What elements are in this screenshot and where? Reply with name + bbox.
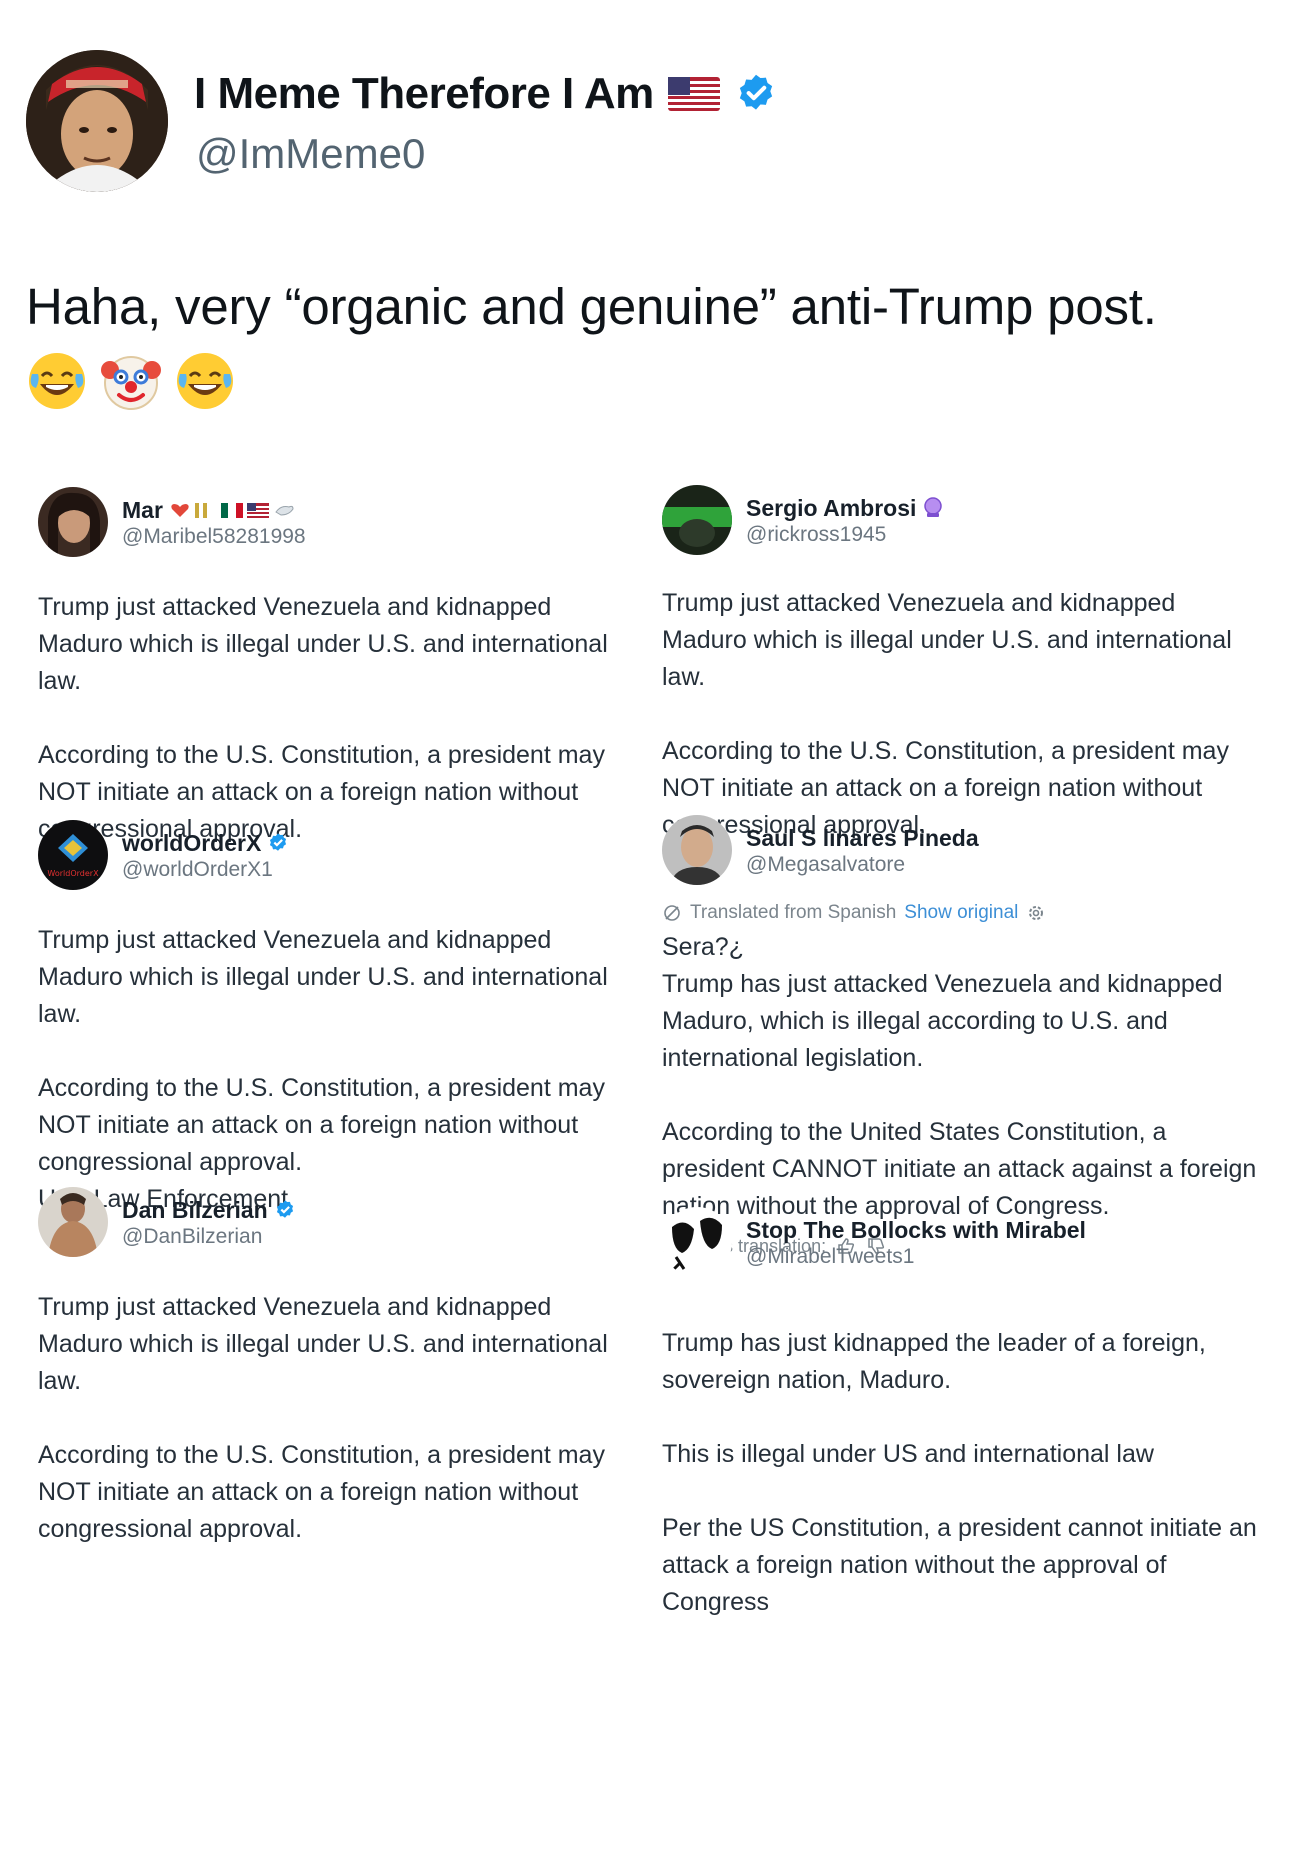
us-flag-icon (246, 502, 269, 518)
tweet-paragraph: Trump just attacked Venezuela and kidnap… (38, 926, 608, 1028)
quoted-tweet-mar: Mar @Maribel58281998 Trump just attacked… (38, 487, 638, 848)
crystal-ball-icon (922, 497, 944, 519)
display-name: Sergio Ambrosi (746, 494, 917, 521)
tweet-body: Trump just attacked Venezuela and kidnap… (662, 585, 1262, 844)
tweet-paragraph: Sera?¿ (662, 933, 744, 961)
face-with-tears-of-joy-icon (174, 350, 236, 412)
handle: @Maribel58281998 (122, 525, 306, 548)
tweet-body: Trump just attacked Venezuela and kidnap… (38, 1289, 638, 1548)
avatar (662, 485, 732, 555)
quoted-tweet-mirabel: Stop The Bollocks with Mirabel @MirabelT… (662, 1207, 1262, 1621)
display-name: Saul S linares Pineda (746, 824, 979, 851)
name-emoji-flags (169, 502, 295, 518)
flag-icon (194, 502, 217, 518)
handle[interactable]: @ImMeme0 (196, 130, 425, 178)
handle: @Megasalvatore (746, 853, 906, 876)
us-flag-icon (667, 77, 720, 111)
embedded-screenshot-collage: Mar @Maribel58281998 Trump just attacked… (26, 465, 1266, 1785)
tweet-paragraph: Trump has just kidnapped the leader of a… (662, 1329, 1206, 1394)
handle: @worldOrderX1 (122, 858, 273, 881)
tweet-paragraph: Per the US Constitution, a president can… (662, 1514, 1257, 1616)
tweet-body: Sera?¿ Trump has just attacked Venezuela… (662, 929, 1262, 1225)
display-name: Mar (122, 496, 163, 523)
display-name: Dan Bilzerian (122, 1196, 268, 1223)
avatar (38, 487, 108, 557)
tweet-body: Trump just attacked Venezuela and kidnap… (38, 922, 638, 1218)
post-header: I Meme Therefore I Am @ImMeme0 (26, 50, 1256, 200)
mexico-flag-icon (220, 502, 243, 518)
tweet-paragraph: This is illegal under US and internation… (662, 1440, 1154, 1468)
avatar[interactable] (26, 50, 168, 192)
tweet-paragraph: According to the U.S. Constitution, a pr… (38, 1441, 605, 1543)
tweet-body: Trump just attacked Venezuela and kidnap… (38, 589, 638, 848)
tweet-paragraph: Trump just attacked Venezuela and kidnap… (662, 589, 1232, 691)
display-name: worldOrderX (122, 829, 262, 856)
show-original-link[interactable]: Show original (904, 902, 1018, 924)
display-name-row: I Meme Therefore I Am (194, 66, 778, 122)
face-with-tears-of-joy-icon (26, 350, 88, 412)
tweet-paragraph: According to the U.S. Constitution, a pr… (38, 1074, 605, 1176)
heart-icon (171, 503, 189, 517)
display-name[interactable]: I Meme Therefore I Am (194, 69, 654, 119)
quoted-tweet-worldorderx: WorldOrderX worldOrderX @worldOrderX1 Tr… (38, 820, 638, 1218)
verified-badge-icon (734, 72, 778, 116)
clown-face-icon (100, 350, 162, 412)
verified-badge-icon (274, 1199, 296, 1221)
display-name: Stop The Bollocks with Mirabel (746, 1216, 1086, 1243)
avatar (38, 1187, 108, 1257)
avatar: WorldOrderX (38, 820, 108, 890)
handle: @rickross1945 (746, 523, 887, 546)
translate-icon (662, 903, 682, 923)
tweet-body: Trump has just kidnapped the leader of a… (662, 1325, 1262, 1621)
tweet-paragraph: Trump just attacked Venezuela and kidnap… (38, 593, 608, 695)
tweet-paragraph: Trump just attacked Venezuela and kidnap… (38, 1293, 608, 1395)
dove-icon (275, 505, 294, 516)
quoted-tweet-saul-linares: Saul S linares Pineda @Megasalvatore Tra… (662, 815, 1262, 1261)
tweet-paragraph: Trump has just attacked Venezuela and ki… (662, 970, 1223, 1072)
quoted-tweet-sergio-ambrosi: Sergio Ambrosi @rickross1945 Trump just … (662, 485, 1262, 844)
post-text: Haha, very “organic and genuine” anti-Tr… (26, 278, 1157, 335)
handle: @MirabelTweets1 (746, 1245, 915, 1268)
avatar (662, 815, 732, 885)
gear-icon[interactable] (1026, 903, 1046, 923)
handle: @DanBilzerian (122, 1225, 263, 1248)
avatar (662, 1207, 732, 1277)
translated-label: Translated from Spanish (690, 902, 897, 923)
avatar-logo-text: WorldOrderX (47, 869, 99, 878)
verified-badge-icon (267, 832, 289, 854)
emoji-row (26, 350, 236, 412)
translation-row: Translated from Spanish Show original (662, 897, 1262, 929)
quoted-tweet-dan-bilzerian: Dan Bilzerian @DanBilzerian Trump just a… (38, 1187, 638, 1548)
